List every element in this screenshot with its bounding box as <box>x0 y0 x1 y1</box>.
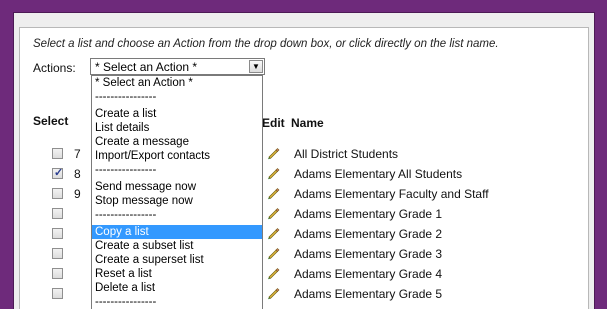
dropdown-option[interactable]: ---------------- <box>92 208 262 222</box>
row-select-checkbox[interactable] <box>52 188 63 199</box>
actions-select-value: * Select an Action * <box>95 60 198 74</box>
actions-label: Actions: <box>33 61 76 75</box>
pencil-icon[interactable] <box>266 286 280 300</box>
dropdown-option[interactable]: Send message now <box>92 180 262 194</box>
dropdown-option[interactable]: Create a message <box>92 135 262 149</box>
dropdown-option[interactable]: Delete a list <box>92 281 262 295</box>
dropdown-option[interactable]: Create a superset list <box>92 253 262 267</box>
dropdown-option[interactable]: List details <box>92 121 262 135</box>
row-select-checkbox[interactable] <box>52 208 63 219</box>
dropdown-option[interactable]: * Select an Action * <box>92 76 262 90</box>
select-column-header: Select <box>33 114 69 128</box>
actions-dropdown-menu[interactable]: * Select an Action * ---------------- Crea… <box>91 75 263 309</box>
pencil-icon[interactable] <box>266 206 280 220</box>
dropdown-option[interactable]: ---------------- <box>92 163 262 177</box>
dropdown-option[interactable]: Reset a list <box>92 267 262 281</box>
dropdown-option[interactable]: Create a list <box>92 107 262 121</box>
dropdown-option[interactable]: ---------------- <box>92 295 262 309</box>
pencil-icon[interactable] <box>266 186 280 200</box>
dropdown-option[interactable]: Stop message now <box>92 194 262 208</box>
list-panel: Select a list and choose an Action from … <box>19 27 589 309</box>
row-hidden-text: 9 <box>74 187 81 201</box>
list-name-link[interactable]: Adams Elementary Grade 5 <box>294 287 442 301</box>
name-column-header: Name <box>291 116 324 130</box>
row-hidden-text: 7 <box>74 147 81 161</box>
list-name-link[interactable]: Adams Elementary Grade 1 <box>294 207 442 221</box>
row-hidden-text: 8 <box>74 167 81 181</box>
pencil-icon[interactable] <box>266 226 280 240</box>
chevron-down-icon[interactable]: ▼ <box>249 60 263 73</box>
row-select-checkbox[interactable] <box>52 288 63 299</box>
list-name-link[interactable]: Adams Elementary Grade 4 <box>294 267 442 281</box>
list-name-link[interactable]: Adams Elementary Faculty and Staff <box>294 187 489 201</box>
dropdown-option[interactable]: ---------------- <box>92 90 262 104</box>
row-select-checkbox[interactable] <box>52 248 63 259</box>
edit-column-header: Edit <box>262 116 285 130</box>
pencil-icon[interactable] <box>266 266 280 280</box>
list-name-link[interactable]: Adams Elementary Grade 2 <box>294 227 442 241</box>
dropdown-option[interactable]: Copy a list <box>92 225 262 239</box>
list-name-link[interactable]: Adams Elementary Grade 3 <box>294 247 442 261</box>
pencil-icon[interactable] <box>266 166 280 180</box>
actions-select[interactable]: * Select an Action * ▼ <box>90 58 265 75</box>
pencil-icon[interactable] <box>266 146 280 160</box>
row-select-checkbox[interactable] <box>52 148 63 159</box>
list-name-link[interactable]: Adams Elementary All Students <box>294 167 462 181</box>
dropdown-option[interactable]: Import/Export contacts <box>92 149 262 163</box>
row-select-checkbox[interactable] <box>52 166 63 179</box>
row-select-checkbox[interactable] <box>52 268 63 279</box>
dropdown-option[interactable]: Create a subset list <box>92 239 262 253</box>
instructions-text: Select a list and choose an Action from … <box>33 38 499 50</box>
row-select-checkbox[interactable] <box>52 228 63 239</box>
list-name-link[interactable]: All District Students <box>294 147 398 161</box>
pencil-icon[interactable] <box>266 246 280 260</box>
